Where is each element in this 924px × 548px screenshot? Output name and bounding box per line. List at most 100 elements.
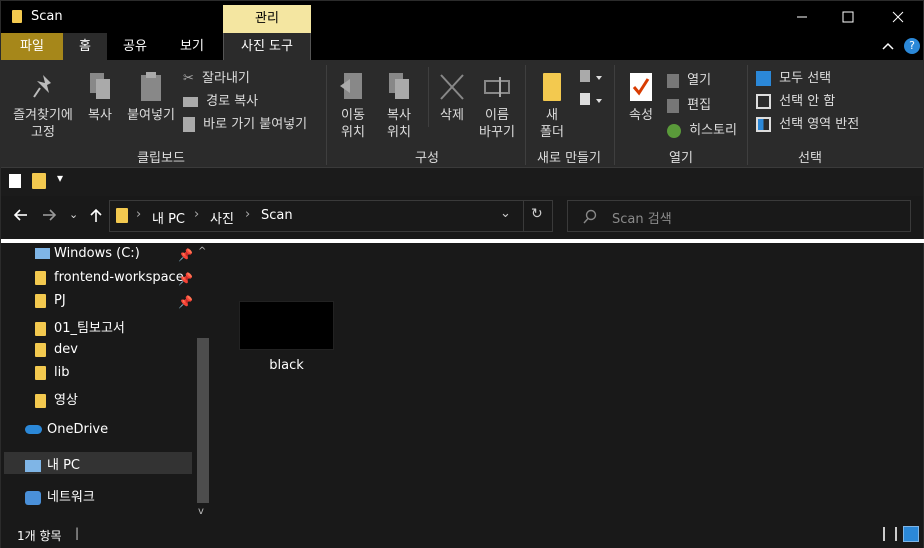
nav-item-label: frontend-workspace [54,270,184,285]
select-all-icon [756,71,771,86]
new-item-button[interactable] [578,68,604,90]
ribbon-separator [747,65,748,165]
nav-item-pj[interactable]: PJ [35,293,66,308]
forward-button[interactable] [41,207,57,227]
rename-button[interactable]: 이름 바꾸기 [475,71,519,141]
nav-item-network[interactable]: 네트워크 [25,486,95,505]
nav-item-lib[interactable]: lib [35,365,69,380]
nav-scrollbar-thumb[interactable] [197,338,209,503]
address-bar[interactable]: › 내 PC › 사진 › Scan ⌄ ↻ [109,200,553,232]
properties-button[interactable]: 속성 [621,71,661,124]
edit-button[interactable]: 편집 [667,94,711,113]
up-button[interactable] [88,207,104,227]
tab-home[interactable]: 홈 [63,33,107,60]
new-folder-small-icon[interactable] [32,173,46,189]
open-icon [667,73,679,88]
nav-item-video[interactable]: 영상 [35,389,78,408]
address-dropdown-icon[interactable]: ⌄ [500,206,511,221]
pin-icon: 📌 [178,272,193,286]
paste-button[interactable]: 붙여넣기 [123,71,179,124]
pin-icon [33,75,51,98]
drive-icon [35,248,50,259]
nav-item-01-team-report[interactable]: 01_팀보고서 [35,317,125,336]
properties-label: 속성 [629,108,653,123]
group-label-new: 새로 만들기 [537,151,601,166]
folder-icon [35,270,46,285]
back-button[interactable] [13,207,29,227]
scroll-up-icon[interactable]: ^ [198,246,206,257]
nav-item-onedrive[interactable]: OneDrive [25,422,108,437]
help-icon[interactable]: ? [904,38,920,54]
close-button[interactable] [875,1,921,33]
breadcrumb-separator: › [136,207,142,222]
tab-view[interactable]: 보기 [169,33,215,60]
nav-item-label: 영상 [54,393,78,408]
details-view-icon[interactable] [883,527,897,541]
nav-item-label: 01_팀보고서 [54,321,125,336]
copy-button[interactable]: 복사 [81,71,119,124]
select-none-button[interactable]: 선택 안 함 [756,90,835,109]
minimize-button[interactable] [779,1,825,33]
file-thumbnail-black[interactable] [239,301,334,350]
history-button[interactable]: 히스토리 [667,119,737,138]
search-box[interactable]: Scan 검색 [567,200,911,232]
invert-selection-label: 선택 영역 반전 [779,117,860,132]
pin-quick-access-button[interactable]: 즐겨찾기에 고정 [7,71,79,141]
paste-shortcut-button[interactable]: 바로 가기 붙여넣기 [183,113,307,132]
tab-share[interactable]: 공유 [115,33,155,60]
invert-selection-button[interactable]: 선택 영역 반전 [756,113,859,132]
copy-to-button[interactable]: 복사 위치 [379,71,419,141]
large-icons-view-icon[interactable] [903,526,919,542]
new-folder-button[interactable]: 새 폴더 [531,71,573,141]
nav-item-label: OneDrive [47,422,109,437]
minimize-icon [797,16,807,18]
context-group-manage: 관리 [223,5,311,33]
maximize-button[interactable] [825,1,871,33]
select-all-label: 모두 선택 [779,71,832,86]
cut-label: 잘라내기 [202,71,250,86]
history-label: 히스토리 [689,123,737,138]
rename-label: 이름 바꾸기 [479,108,515,140]
invert-selection-icon [756,117,771,132]
delete-button[interactable]: 삭제 [433,71,471,124]
new-item-icon [580,70,602,82]
recent-locations-button[interactable]: ⌄ [69,208,78,221]
open-label: 열기 [687,73,712,88]
nav-item-dev[interactable]: dev [35,342,78,357]
pin-icon: 📌 [178,248,193,262]
properties-small-icon[interactable] [9,174,21,188]
folder-icon [35,342,46,357]
customize-qat-icon[interactable]: ▾ [57,171,63,185]
breadcrumb-separator: › [194,207,200,222]
chevron-up-icon [882,42,894,50]
refresh-icon[interactable]: ↻ [531,206,543,222]
open-button[interactable]: 열기 [667,69,711,88]
file-name[interactable]: black [239,358,334,373]
ribbon-separator [525,65,526,165]
breadcrumb-scan[interactable]: Scan [261,208,293,223]
cut-button[interactable]: ✂ 잘라내기 [183,67,250,86]
easy-access-button[interactable] [578,91,604,113]
arrow-left-icon [13,209,27,221]
select-none-label: 선택 안 함 [779,94,836,109]
breadcrumb-pictures[interactable]: 사진 [210,208,234,227]
select-all-button[interactable]: 모두 선택 [756,67,831,86]
move-to-button[interactable]: 이동 위치 [333,71,373,141]
nav-item-windows-c[interactable]: Windows (C:) [35,246,140,261]
nav-item-label: 네트워크 [47,490,95,505]
copy-path-button[interactable]: 경로 복사 [183,90,258,109]
pin-icon: 📌 [178,295,193,309]
ribbon-tabs: 파일 홈 공유 보기 사진 도구 ? [1,33,923,60]
group-label-organize: 구성 [415,151,439,166]
scroll-down-icon[interactable]: v [198,506,204,517]
folder-icon [35,321,46,336]
title-bar: Scan 관리 [1,1,923,33]
ribbon-separator [326,65,327,165]
tab-photo-tools[interactable]: 사진 도구 [223,33,311,60]
collapse-ribbon-button[interactable] [881,39,895,57]
nav-item-frontend-workspace[interactable]: frontend-workspace [35,270,184,285]
nav-item-this-pc[interactable]: 내 PC [25,454,80,473]
nav-item-label: dev [54,342,78,357]
tab-file[interactable]: 파일 [1,33,63,60]
breadcrumb-this-pc[interactable]: 내 PC [152,208,185,227]
